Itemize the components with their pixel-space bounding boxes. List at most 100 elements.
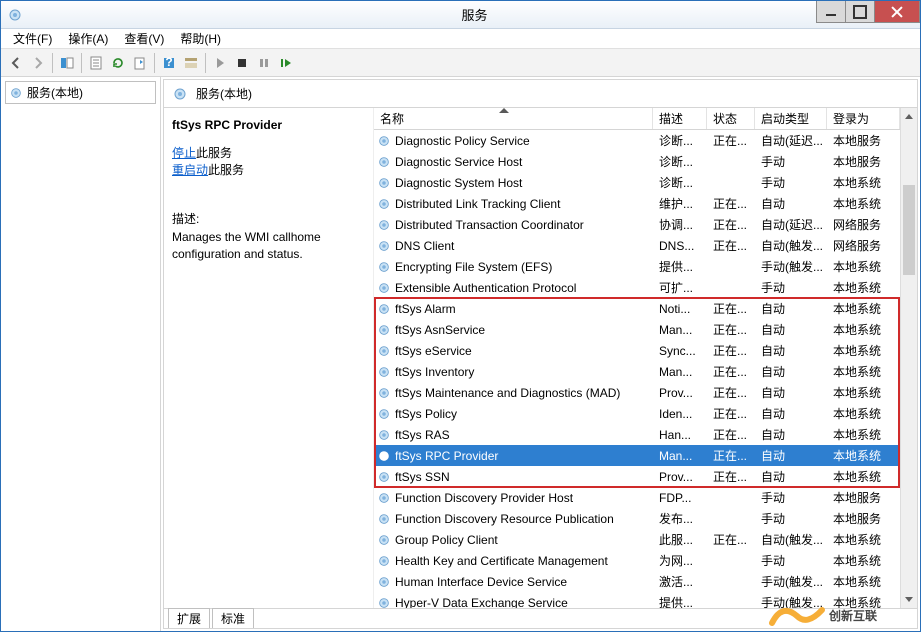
gear-icon (377, 344, 391, 358)
window: 服务 文件(F) 操作(A) 查看(V) 帮助(H) ? (0, 0, 921, 632)
table-row[interactable]: Function Discovery Resource Publication发… (374, 508, 900, 529)
cell-startup: 自动 (755, 381, 827, 404)
stop-button[interactable] (231, 52, 253, 74)
cell-startup: 手动(触发... (755, 255, 827, 278)
cell-status (707, 516, 755, 522)
cell-name: Diagnostic Service Host (395, 155, 522, 169)
pause-button[interactable] (253, 52, 275, 74)
table-row[interactable]: Extensible Authentication Protocol可扩...手… (374, 277, 900, 298)
cell-status: 正在... (707, 402, 755, 425)
help-button[interactable]: ? (158, 52, 180, 74)
scroll-down-button[interactable] (901, 591, 917, 608)
large-icons-button[interactable] (180, 52, 202, 74)
cell-name: ftSys Inventory (395, 365, 474, 379)
cell-desc: 协调... (653, 213, 707, 236)
cell-logon: 本地服务 (827, 486, 900, 509)
table-row[interactable]: Encrypting File System (EFS)提供...手动(触发..… (374, 256, 900, 277)
view-tabs: 扩展 标准 (164, 608, 917, 628)
table-row[interactable]: ftSys Maintenance and Diagnostics (MAD)P… (374, 382, 900, 403)
nav-pane[interactable]: 服务(本地) (1, 77, 161, 631)
cell-startup: 自动 (755, 402, 827, 425)
nav-item-services-local[interactable]: 服务(本地) (5, 81, 156, 104)
table-row[interactable]: ftSys AlarmNoti...正在...自动本地系统 (374, 298, 900, 319)
col-header-desc[interactable]: 描述 (653, 108, 707, 129)
scroll-thumb[interactable] (903, 185, 915, 275)
cell-desc: Noti... (653, 299, 707, 319)
cell-status: 正在... (707, 213, 755, 236)
col-header-name[interactable]: 名称 (374, 108, 653, 129)
table-row[interactable]: DNS ClientDNS...正在...自动(触发...网络服务 (374, 235, 900, 256)
gear-icon (377, 365, 391, 379)
forward-button[interactable] (27, 52, 49, 74)
play-button[interactable] (209, 52, 231, 74)
cell-desc: Prov... (653, 467, 707, 487)
titlebar[interactable]: 服务 (1, 1, 920, 29)
stop-link-suffix: 此服务 (196, 146, 232, 160)
table-row[interactable]: ftSys PolicyIden...正在...自动本地系统 (374, 403, 900, 424)
restart-button[interactable] (275, 52, 297, 74)
table-row[interactable]: Diagnostic Service Host诊断...手动本地服务 (374, 151, 900, 172)
tab-standard[interactable]: 标准 (212, 608, 254, 628)
stop-link[interactable]: 停止 (172, 146, 196, 160)
cell-startup: 手动 (755, 276, 827, 299)
minimize-button[interactable] (816, 1, 846, 23)
table-row[interactable]: Health Key and Certificate Management为网.… (374, 550, 900, 571)
col-header-startup[interactable]: 启动类型 (755, 108, 827, 129)
tab-extended[interactable]: 扩展 (168, 608, 210, 628)
table-row[interactable]: ftSys eServiceSync...正在...自动本地系统 (374, 340, 900, 361)
table-row[interactable]: ftSys InventoryMan...正在...自动本地系统 (374, 361, 900, 382)
table-row[interactable]: Group Policy Client此服...正在...自动(触发...本地系… (374, 529, 900, 550)
vertical-scrollbar[interactable] (900, 108, 917, 608)
export-button[interactable] (129, 52, 151, 74)
gear-icon (377, 134, 391, 148)
cell-startup: 自动 (755, 192, 827, 215)
table-row[interactable]: Diagnostic System Host诊断...手动本地系统 (374, 172, 900, 193)
cell-logon: 本地系统 (827, 381, 900, 404)
table-row[interactable]: Function Discovery Provider HostFDP...手动… (374, 487, 900, 508)
menu-view[interactable]: 查看(V) (116, 28, 172, 49)
cell-desc: 可扩... (653, 276, 707, 299)
show-hide-tree-button[interactable] (56, 52, 78, 74)
scroll-track[interactable] (901, 125, 917, 591)
table-row[interactable]: ftSys SSNProv...正在...自动本地系统 (374, 466, 900, 487)
table-row[interactable]: ftSys RPC ProviderMan...正在...自动本地系统 (374, 445, 900, 466)
separator (154, 53, 155, 73)
cell-logon: 网络服务 (827, 213, 900, 236)
service-list[interactable]: 名称 描述 状态 启动类型 登录为 Diagnostic Policy Serv… (374, 108, 900, 608)
cell-logon: 本地系统 (827, 402, 900, 425)
gear-icon (377, 596, 391, 609)
cell-name: Health Key and Certificate Management (395, 554, 608, 568)
cell-startup: 自动 (755, 318, 827, 341)
table-row[interactable]: Human Interface Device Service激活...手动(触发… (374, 571, 900, 592)
menu-help[interactable]: 帮助(H) (172, 28, 229, 49)
col-header-status[interactable]: 状态 (707, 108, 755, 129)
app-icon (7, 7, 23, 23)
gear-icon (172, 86, 188, 102)
properties-button[interactable] (85, 52, 107, 74)
table-row[interactable]: Distributed Link Tracking Client维护...正在.… (374, 193, 900, 214)
restart-link[interactable]: 重启动 (172, 163, 208, 177)
menu-file[interactable]: 文件(F) (5, 28, 60, 49)
cell-status: 正在... (707, 234, 755, 257)
menu-action[interactable]: 操作(A) (60, 28, 116, 49)
scroll-up-button[interactable] (901, 108, 917, 125)
nav-item-label: 服务(本地) (27, 84, 83, 101)
table-row[interactable]: ftSys RASHan...正在...自动本地系统 (374, 424, 900, 445)
cell-desc: 维护... (653, 192, 707, 215)
cell-status (707, 495, 755, 501)
table-row[interactable]: Distributed Transaction Coordinator协调...… (374, 214, 900, 235)
window-title: 服务 (29, 5, 920, 24)
cell-desc: 激活... (653, 570, 707, 593)
maximize-button[interactable] (845, 1, 875, 23)
col-header-logon[interactable]: 登录为 (827, 108, 900, 129)
table-row[interactable]: Hyper-V Data Exchange Service提供...手动(触发.… (374, 592, 900, 608)
close-button[interactable] (874, 1, 920, 23)
list-rows[interactable]: Diagnostic Policy Service诊断...正在...自动(延迟… (374, 130, 900, 608)
gear-icon (377, 302, 391, 316)
back-button[interactable] (5, 52, 27, 74)
refresh-button[interactable] (107, 52, 129, 74)
window-buttons (817, 1, 920, 23)
table-row[interactable]: Diagnostic Policy Service诊断...正在...自动(延迟… (374, 130, 900, 151)
table-row[interactable]: ftSys AsnServiceMan...正在...自动本地系统 (374, 319, 900, 340)
gear-icon (377, 512, 391, 526)
